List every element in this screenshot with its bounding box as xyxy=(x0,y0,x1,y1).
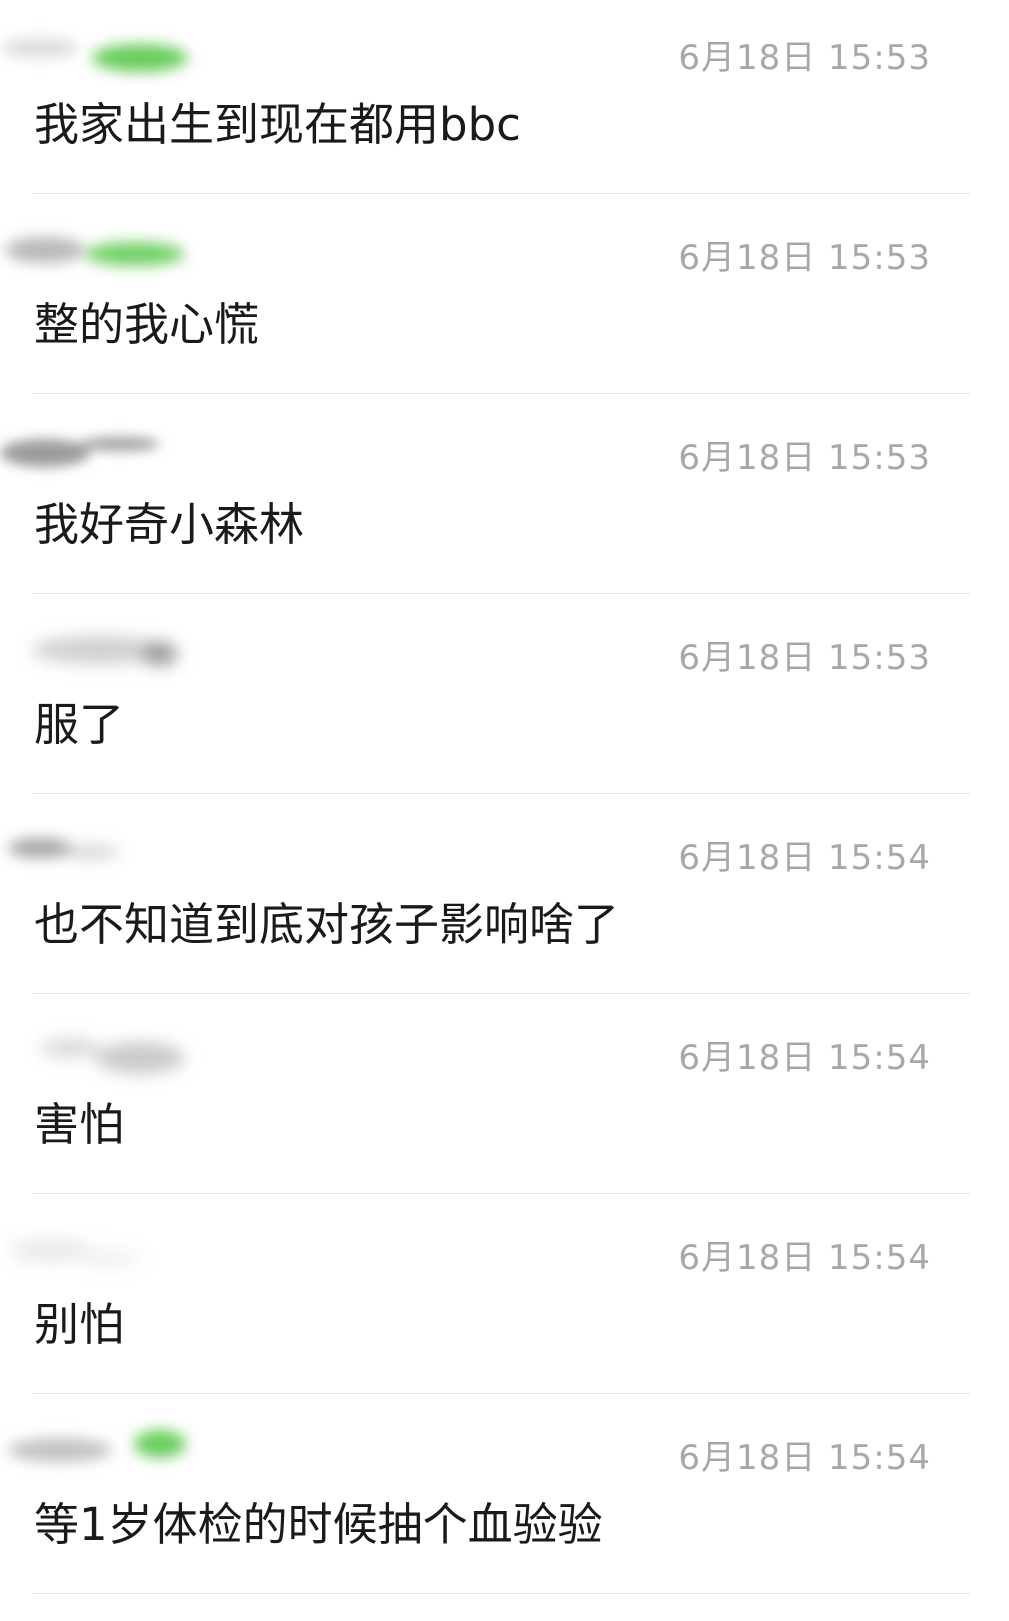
comment-item[interactable]: 6月18日 15:54 害怕 xyxy=(0,1000,1009,1206)
comment-message: 我好奇小森林 xyxy=(34,498,305,551)
comment-timestamp: 6月18日 15:53 xyxy=(678,238,931,278)
comment-list: 6月18日 15:53 我家出生到现在都用bbc 6月18日 15:53 整的我… xyxy=(0,0,1009,1621)
divider xyxy=(32,393,970,394)
comment-timestamp: 6月18日 15:54 xyxy=(678,1238,931,1278)
comment-item[interactable]: 6月18日 15:54 等1岁体检的时候抽个血验验 xyxy=(0,1400,1009,1606)
comment-timestamp: 6月18日 15:53 xyxy=(678,438,931,478)
blurred-username xyxy=(0,1208,210,1278)
blurred-username xyxy=(0,1408,210,1478)
divider xyxy=(32,1593,970,1594)
comment-item[interactable]: 6月18日 15:54 别怕 xyxy=(0,1200,1009,1406)
blurred-username xyxy=(0,1008,210,1078)
comment-item[interactable]: 6月18日 15:54 也不知道到底对孩子影响啥了 xyxy=(0,800,1009,1006)
blurred-username xyxy=(0,808,210,878)
blurred-username xyxy=(0,8,210,78)
comment-message: 服了 xyxy=(34,698,125,751)
divider xyxy=(32,1393,970,1394)
blurred-username xyxy=(0,608,210,678)
comment-message: 害怕 xyxy=(34,1098,125,1151)
comment-item[interactable]: 6月18日 15:53 整的我心慌 xyxy=(0,200,1009,406)
blurred-username xyxy=(0,408,210,478)
comment-message: 也不知道到底对孩子影响啥了 xyxy=(34,898,620,951)
comment-timestamp: 6月18日 15:53 xyxy=(678,38,931,78)
comment-message: 别怕 xyxy=(34,1298,125,1351)
comment-timestamp: 6月18日 15:54 xyxy=(678,838,931,878)
comment-item[interactable]: 6月18日 15:53 服了 xyxy=(0,600,1009,806)
divider xyxy=(32,793,970,794)
comment-message: 我家出生到现在都用bbc xyxy=(34,98,521,151)
comment-message: 整的我心慌 xyxy=(34,298,260,351)
comment-timestamp: 6月18日 15:54 xyxy=(678,1038,931,1078)
comment-message: 等1岁体检的时候抽个血验验 xyxy=(34,1498,603,1551)
blurred-username xyxy=(0,208,210,278)
comment-timestamp: 6月18日 15:53 xyxy=(678,638,931,678)
divider xyxy=(32,193,970,194)
divider xyxy=(32,593,970,594)
divider xyxy=(32,993,970,994)
comment-item[interactable]: 6月18日 15:53 我好奇小森林 xyxy=(0,400,1009,606)
comment-timestamp: 6月18日 15:54 xyxy=(678,1438,931,1478)
comment-item[interactable]: 6月18日 15:53 我家出生到现在都用bbc xyxy=(0,0,1009,206)
divider xyxy=(32,1193,970,1194)
